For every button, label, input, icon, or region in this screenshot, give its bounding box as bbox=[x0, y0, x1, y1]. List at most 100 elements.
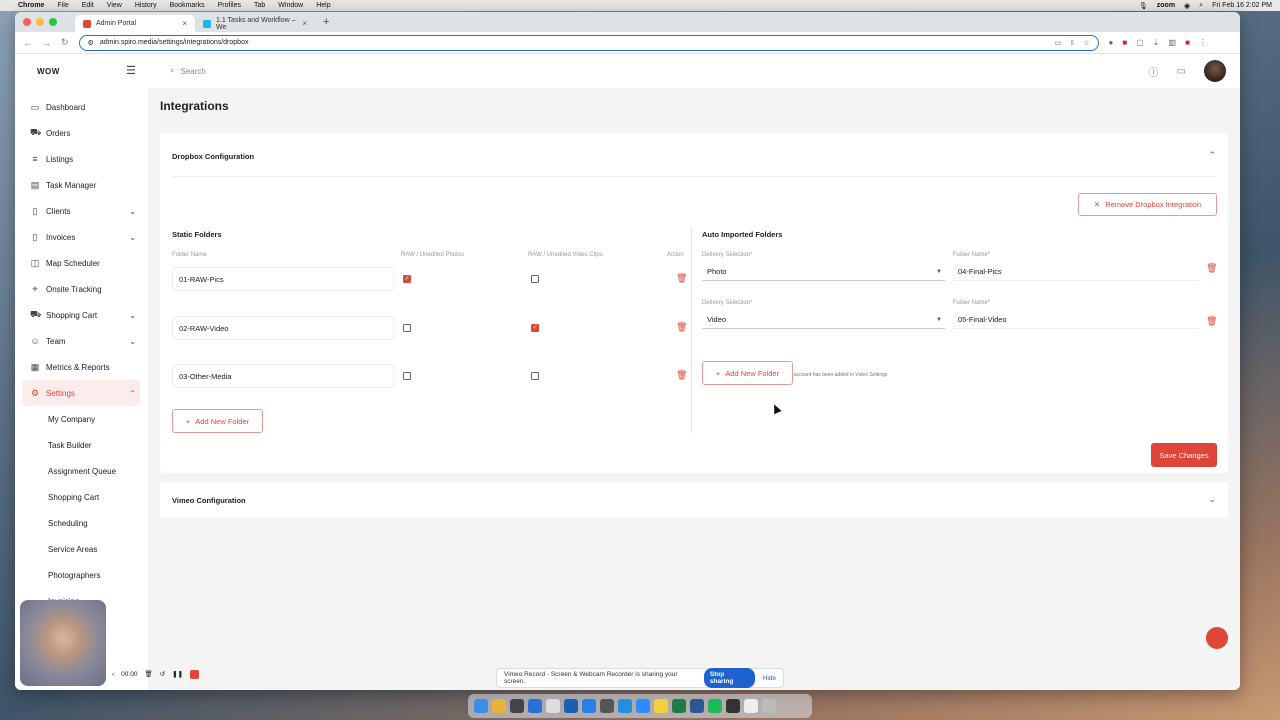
sidebar-item-team[interactable]: ☺ Team ⌄ bbox=[22, 328, 140, 354]
remove-dropbox-button[interactable]: ✕ Remove Dropbox Integration bbox=[1078, 193, 1217, 216]
chrome-icon[interactable] bbox=[492, 699, 506, 713]
maximize-window-button[interactable] bbox=[49, 18, 57, 26]
sidebar-item-invoices[interactable]: ▯ Invoices ⌄ bbox=[22, 224, 140, 250]
bookmark-star-icon[interactable]: ☆ bbox=[1083, 39, 1089, 47]
download-icon[interactable]: ⇣ bbox=[1153, 38, 1160, 47]
add-auto-folder-button[interactable]: + Add New Folder bbox=[702, 361, 793, 385]
search-input[interactable]: ⌕ Search bbox=[170, 66, 206, 76]
pause-icon[interactable]: ❚❚ bbox=[172, 670, 183, 678]
sidepanel-icon[interactable]: ▥ bbox=[1169, 38, 1177, 47]
menu-tab[interactable]: Tab bbox=[254, 2, 265, 9]
extension-icon[interactable]: ● bbox=[1109, 38, 1114, 47]
sidebar-item-settings[interactable]: ⚙ Settings ⌃ bbox=[22, 380, 140, 406]
delivery-select[interactable]: Photo ▼ bbox=[702, 263, 945, 281]
search-icon[interactable]: ⌕ bbox=[1199, 2, 1203, 10]
sidebar-subitem-service-areas[interactable]: Service Areas bbox=[22, 536, 140, 562]
sidebar-item-metrics[interactable]: ▦ Metrics & Reports bbox=[22, 354, 140, 380]
sidebar-item-listings[interactable]: ≡ Listings bbox=[22, 146, 140, 172]
vimeo-config-card[interactable]: Vimeo Configuration ⌄ bbox=[160, 482, 1228, 518]
new-tab-icon[interactable]: + bbox=[315, 16, 337, 28]
collapse-icon[interactable]: ‹ bbox=[112, 671, 114, 678]
install-icon[interactable]: ⇩ bbox=[1069, 39, 1075, 47]
add-static-folder-button[interactable]: + Add New Folder bbox=[172, 409, 263, 433]
spotify-icon[interactable] bbox=[708, 699, 722, 713]
delivery-select[interactable]: Video ▼ bbox=[702, 311, 945, 329]
menu-file[interactable]: File bbox=[57, 2, 68, 9]
app-icon[interactable] bbox=[564, 699, 578, 713]
sidebar-item-onsite-tracking[interactable]: ⌖ Onsite Tracking bbox=[22, 276, 140, 302]
raw-photos-checkbox[interactable] bbox=[403, 372, 411, 380]
menu-dots-icon[interactable]: ⋮ bbox=[1199, 38, 1207, 47]
sidebar-item-task-manager[interactable]: ▤ Task Manager bbox=[22, 172, 140, 198]
record-extension-icon[interactable]: ■ bbox=[1122, 38, 1127, 47]
menu-bookmarks[interactable]: Bookmarks bbox=[170, 2, 205, 9]
app-icon[interactable] bbox=[600, 699, 614, 713]
sidebar-item-shopping-cart[interactable]: ⛟ Shopping Cart ⌄ bbox=[22, 302, 140, 328]
zoom-app-icon[interactable] bbox=[636, 699, 650, 713]
static-folder-name-field[interactable]: 03-Other-Media bbox=[172, 364, 394, 388]
zoom-status[interactable]: zoom bbox=[1157, 2, 1175, 9]
document-icon[interactable] bbox=[744, 699, 758, 713]
raw-video-checkbox[interactable]: ✓ bbox=[531, 324, 539, 332]
raw-photos-checkbox[interactable]: ✓ bbox=[403, 275, 411, 283]
wow-logo[interactable]: WOW bbox=[37, 67, 60, 76]
sidebar-subitem-shopping-cart[interactable]: Shopping Cart bbox=[22, 484, 140, 510]
sidebar-subitem-task-builder[interactable]: Task Builder bbox=[22, 432, 140, 458]
close-window-button[interactable] bbox=[23, 18, 31, 26]
stop-recording-button[interactable] bbox=[190, 669, 200, 679]
save-changes-button[interactable]: Save Changes bbox=[1151, 443, 1217, 467]
back-icon[interactable]: ← bbox=[23, 38, 32, 48]
help-icon[interactable]: ⓘ bbox=[1149, 64, 1159, 79]
menu-window[interactable]: Window bbox=[278, 2, 303, 9]
menu-edit[interactable]: Edit bbox=[82, 2, 94, 9]
puzzle-icon[interactable]: ▢ bbox=[1136, 38, 1144, 47]
app-icon[interactable] bbox=[528, 699, 542, 713]
auto-folder-name-field[interactable]: 05-Final-Video bbox=[953, 311, 1199, 329]
trash-icon[interactable]: 🗑 bbox=[1206, 263, 1217, 274]
hamburger-menu-icon[interactable]: ☰ bbox=[126, 64, 136, 77]
calendar-icon[interactable] bbox=[546, 699, 560, 713]
sidebar-item-dashboard[interactable]: ▭ Dashboard bbox=[22, 94, 140, 120]
restart-icon[interactable]: ↺ bbox=[160, 670, 165, 678]
forward-icon[interactable]: → bbox=[42, 38, 51, 48]
app-icon[interactable] bbox=[510, 699, 524, 713]
auto-folder-name-field[interactable]: 04-Final-Pics bbox=[953, 263, 1199, 281]
menu-profiles[interactable]: Profiles bbox=[218, 2, 241, 9]
mic-icon[interactable]: 🎙 bbox=[1139, 2, 1148, 10]
sidebar-subitem-assignment-queue[interactable]: Assignment Queue bbox=[22, 458, 140, 484]
avatar[interactable] bbox=[1204, 60, 1226, 82]
menu-view[interactable]: View bbox=[107, 2, 122, 9]
raw-photos-checkbox[interactable] bbox=[403, 324, 411, 332]
sidebar-subitem-photographers[interactable]: Photographers bbox=[22, 562, 140, 588]
tab-tasks-workflow[interactable]: 1.1 Tasks and Workflow – We × bbox=[195, 15, 315, 32]
camera-icon[interactable]: ▭ bbox=[1055, 39, 1062, 47]
hide-button[interactable]: Hide bbox=[763, 675, 776, 682]
stop-sharing-button[interactable]: Stop sharing bbox=[703, 668, 755, 688]
trash-icon[interactable]: 🗑 bbox=[676, 322, 687, 333]
chat-launcher-icon[interactable] bbox=[1206, 627, 1228, 649]
tab-admin-portal[interactable]: Admin Portal × bbox=[75, 15, 195, 32]
sidebar-item-clients[interactable]: ▯ Clients ⌄ bbox=[22, 198, 140, 224]
menu-help[interactable]: Help bbox=[316, 2, 330, 9]
minimize-window-button[interactable] bbox=[36, 18, 44, 26]
video-icon[interactable]: ▭ bbox=[1177, 66, 1186, 77]
address-bar[interactable]: ⚙ admin.spiro.media/settings/integration… bbox=[78, 34, 1099, 51]
dropbox-config-header[interactable]: Dropbox Configuration bbox=[172, 152, 254, 161]
trash-icon[interactable]: 🗑 bbox=[144, 670, 152, 678]
finder-icon[interactable] bbox=[474, 699, 488, 713]
clock[interactable]: Fri Feb 16 2:02 PM bbox=[1212, 2, 1272, 9]
menu-history[interactable]: History bbox=[135, 2, 157, 9]
excel-icon[interactable] bbox=[672, 699, 686, 713]
app-icon[interactable] bbox=[582, 699, 596, 713]
trash-icon[interactable]: 🗑 bbox=[676, 370, 687, 381]
app-icon[interactable] bbox=[726, 699, 740, 713]
notes-icon[interactable] bbox=[654, 699, 668, 713]
wifi-icon[interactable]: ◉ bbox=[1184, 2, 1190, 10]
raw-video-checkbox[interactable] bbox=[531, 275, 539, 283]
chevron-up-icon[interactable]: ⌃ bbox=[1208, 150, 1216, 161]
trash-icon[interactable]: 🗑 bbox=[1206, 316, 1217, 327]
sidebar-item-map-scheduler[interactable]: ◫ Map Scheduler bbox=[22, 250, 140, 276]
sidebar-item-orders[interactable]: ⛟ Orders bbox=[22, 120, 140, 146]
word-icon[interactable] bbox=[690, 699, 704, 713]
app-icon[interactable] bbox=[618, 699, 632, 713]
